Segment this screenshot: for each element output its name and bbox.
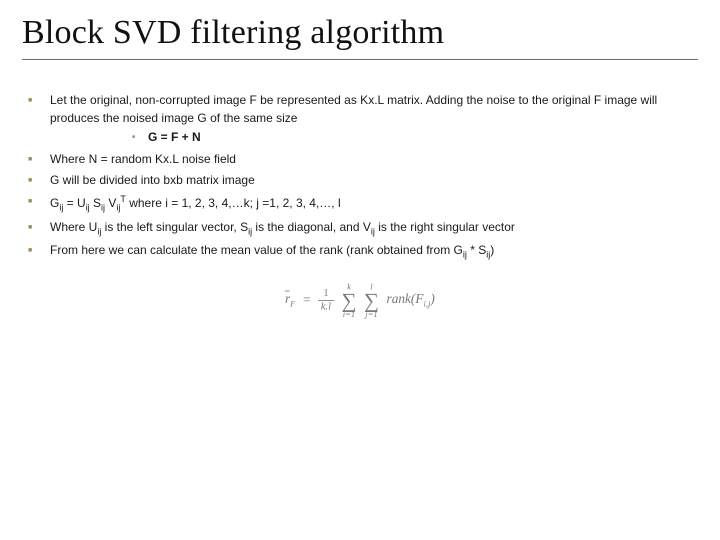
fraction-denominator: k.l [318, 300, 334, 312]
fraction: 1 k.l [318, 289, 334, 313]
sum-2: l ∑ j=1 [364, 283, 379, 319]
bullet-item: Where Uij is the left singular vector, S… [22, 219, 698, 238]
sigma-icon: ∑ [364, 291, 379, 310]
bullet-text: Let the original, non-corrupted image F … [50, 93, 657, 124]
bullet-text: Where Uij is the left singular vector, S… [50, 220, 515, 234]
formula-lhs: rF [285, 291, 295, 311]
sum-1-lower: i=1 [343, 310, 355, 319]
bullet-item: From here we can calculate the mean valu… [22, 242, 698, 261]
bullet-item: Gij = Uij Sij VijT where i = 1, 2, 3, 4,… [22, 193, 698, 214]
slide-title: Block SVD filtering algorithm [22, 14, 698, 51]
sub-bullet-list: G = F + N [130, 129, 698, 146]
bullet-item: Let the original, non-corrupted image F … [22, 92, 698, 146]
title-wrap: Block SVD filtering algorithm [22, 0, 698, 60]
slide: Block SVD filtering algorithm Let the or… [0, 0, 720, 540]
formula-block: rF = 1 k.l k ∑ i=1 l ∑ j=1 ran [22, 282, 698, 320]
sigma-icon: ∑ [342, 291, 357, 310]
mean-rank-formula: rF = 1 k.l k ∑ i=1 l ∑ j=1 ran [285, 283, 435, 319]
bullet-item: Where N = random Kx.L noise field [22, 151, 698, 168]
bullet-list: Let the original, non-corrupted image F … [22, 92, 698, 261]
bullet-text: Gij = Uij Sij VijT where i = 1, 2, 3, 4,… [50, 196, 341, 210]
fraction-numerator: 1 [321, 289, 332, 300]
bullet-text: G will be divided into bxb matrix image [50, 173, 255, 187]
sum-1: k ∑ i=1 [342, 283, 357, 319]
bullet-text: From here we can calculate the mean valu… [50, 243, 494, 257]
sub-bullet-item: G = F + N [130, 129, 698, 146]
sum-2-lower: j=1 [365, 310, 377, 319]
formula-rhs: rank(Fi,j) [387, 291, 435, 311]
equals-sign: = [303, 291, 311, 310]
sub-bullet-text: G = F + N [148, 130, 201, 144]
bullet-item: G will be divided into bxb matrix image [22, 172, 698, 189]
slide-body: Let the original, non-corrupted image F … [22, 92, 698, 319]
bullet-text: Where N = random Kx.L noise field [50, 152, 236, 166]
